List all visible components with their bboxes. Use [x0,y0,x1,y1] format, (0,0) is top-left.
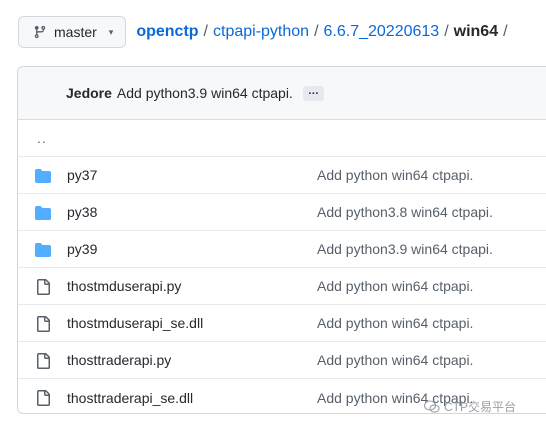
watermark-text: CTP交易平台 [444,400,517,414]
file-row[interactable]: py39 Add python3.9 win64 ctpapi. [18,231,546,268]
file-icon [37,390,50,406]
file-name[interactable]: py38 [67,204,97,220]
file-name[interactable]: thostmduserapi_se.dll [67,315,203,331]
file-row[interactable]: py37 Add python win64 ctpapi. [18,157,546,194]
breadcrumb-separator: / [503,23,508,40]
file-name[interactable]: thosttraderapi_se.dll [67,390,193,406]
watermark: CTP交易平台 [424,398,516,415]
breadcrumb-separator: / [314,23,319,40]
file-commit-message[interactable]: Add python win64 ctpapi. [317,278,473,294]
folder-icon [35,206,51,220]
chevron-down-icon: ▾ [108,26,114,37]
commit-expand-button[interactable]: … [302,85,324,101]
commit-author[interactable]: Jedore [66,85,112,101]
folder-icon [35,243,51,257]
file-name[interactable]: thosttraderapi.py [67,352,171,368]
breadcrumb-link-repo[interactable]: openctp [136,23,198,41]
file-name[interactable]: thostmduserapi.py [67,278,181,294]
latest-commit-bar: Jedore Add python3.9 win64 ctpapi. … [18,67,546,120]
breadcrumb-separator: / [203,23,208,40]
file-icon [37,353,50,369]
file-commit-message[interactable]: Add python3.8 win64 ctpapi. [317,204,493,220]
breadcrumb-separator: / [444,23,449,40]
branch-selector-button[interactable]: master ▾ [18,16,127,48]
parent-directory-link[interactable]: .. [37,130,47,146]
file-icon [37,316,50,332]
file-commit-message[interactable]: Add python win64 ctpapi. [317,167,473,183]
git-branch-icon [34,25,46,39]
file-row[interactable]: thostmduserapi_se.dll Add python win64 c… [18,305,546,342]
file-name[interactable]: py37 [67,167,97,183]
file-row[interactable]: thosttraderapi.py Add python win64 ctpap… [18,342,546,379]
file-icon [37,279,50,295]
file-commit-message[interactable]: Add python win64 ctpapi. [317,315,473,331]
top-bar: master ▾ openctp / ctpapi-python / 6.6.7… [18,16,513,48]
wechat-icon [424,399,440,413]
folder-icon [35,169,51,183]
file-commit-message[interactable]: Add python3.9 win64 ctpapi. [317,241,493,257]
file-browser: Jedore Add python3.9 win64 ctpapi. … .. … [17,66,546,414]
file-commit-message[interactable]: Add python win64 ctpapi. [317,352,473,368]
file-row[interactable]: py38 Add python3.8 win64 ctpapi. [18,194,546,231]
branch-label: master [54,24,97,40]
file-name[interactable]: py39 [67,241,97,257]
breadcrumb-link-version[interactable]: 6.6.7_20220613 [324,23,440,41]
file-row-parent[interactable]: .. [18,120,546,157]
breadcrumb-current: win64 [453,23,499,40]
breadcrumb: openctp / ctpapi-python / 6.6.7_20220613… [136,23,512,41]
file-row[interactable]: thostmduserapi.py Add python win64 ctpap… [18,268,546,305]
breadcrumb-link-folder[interactable]: ctpapi-python [213,23,309,41]
commit-message[interactable]: Add python3.9 win64 ctpapi. [117,85,293,101]
